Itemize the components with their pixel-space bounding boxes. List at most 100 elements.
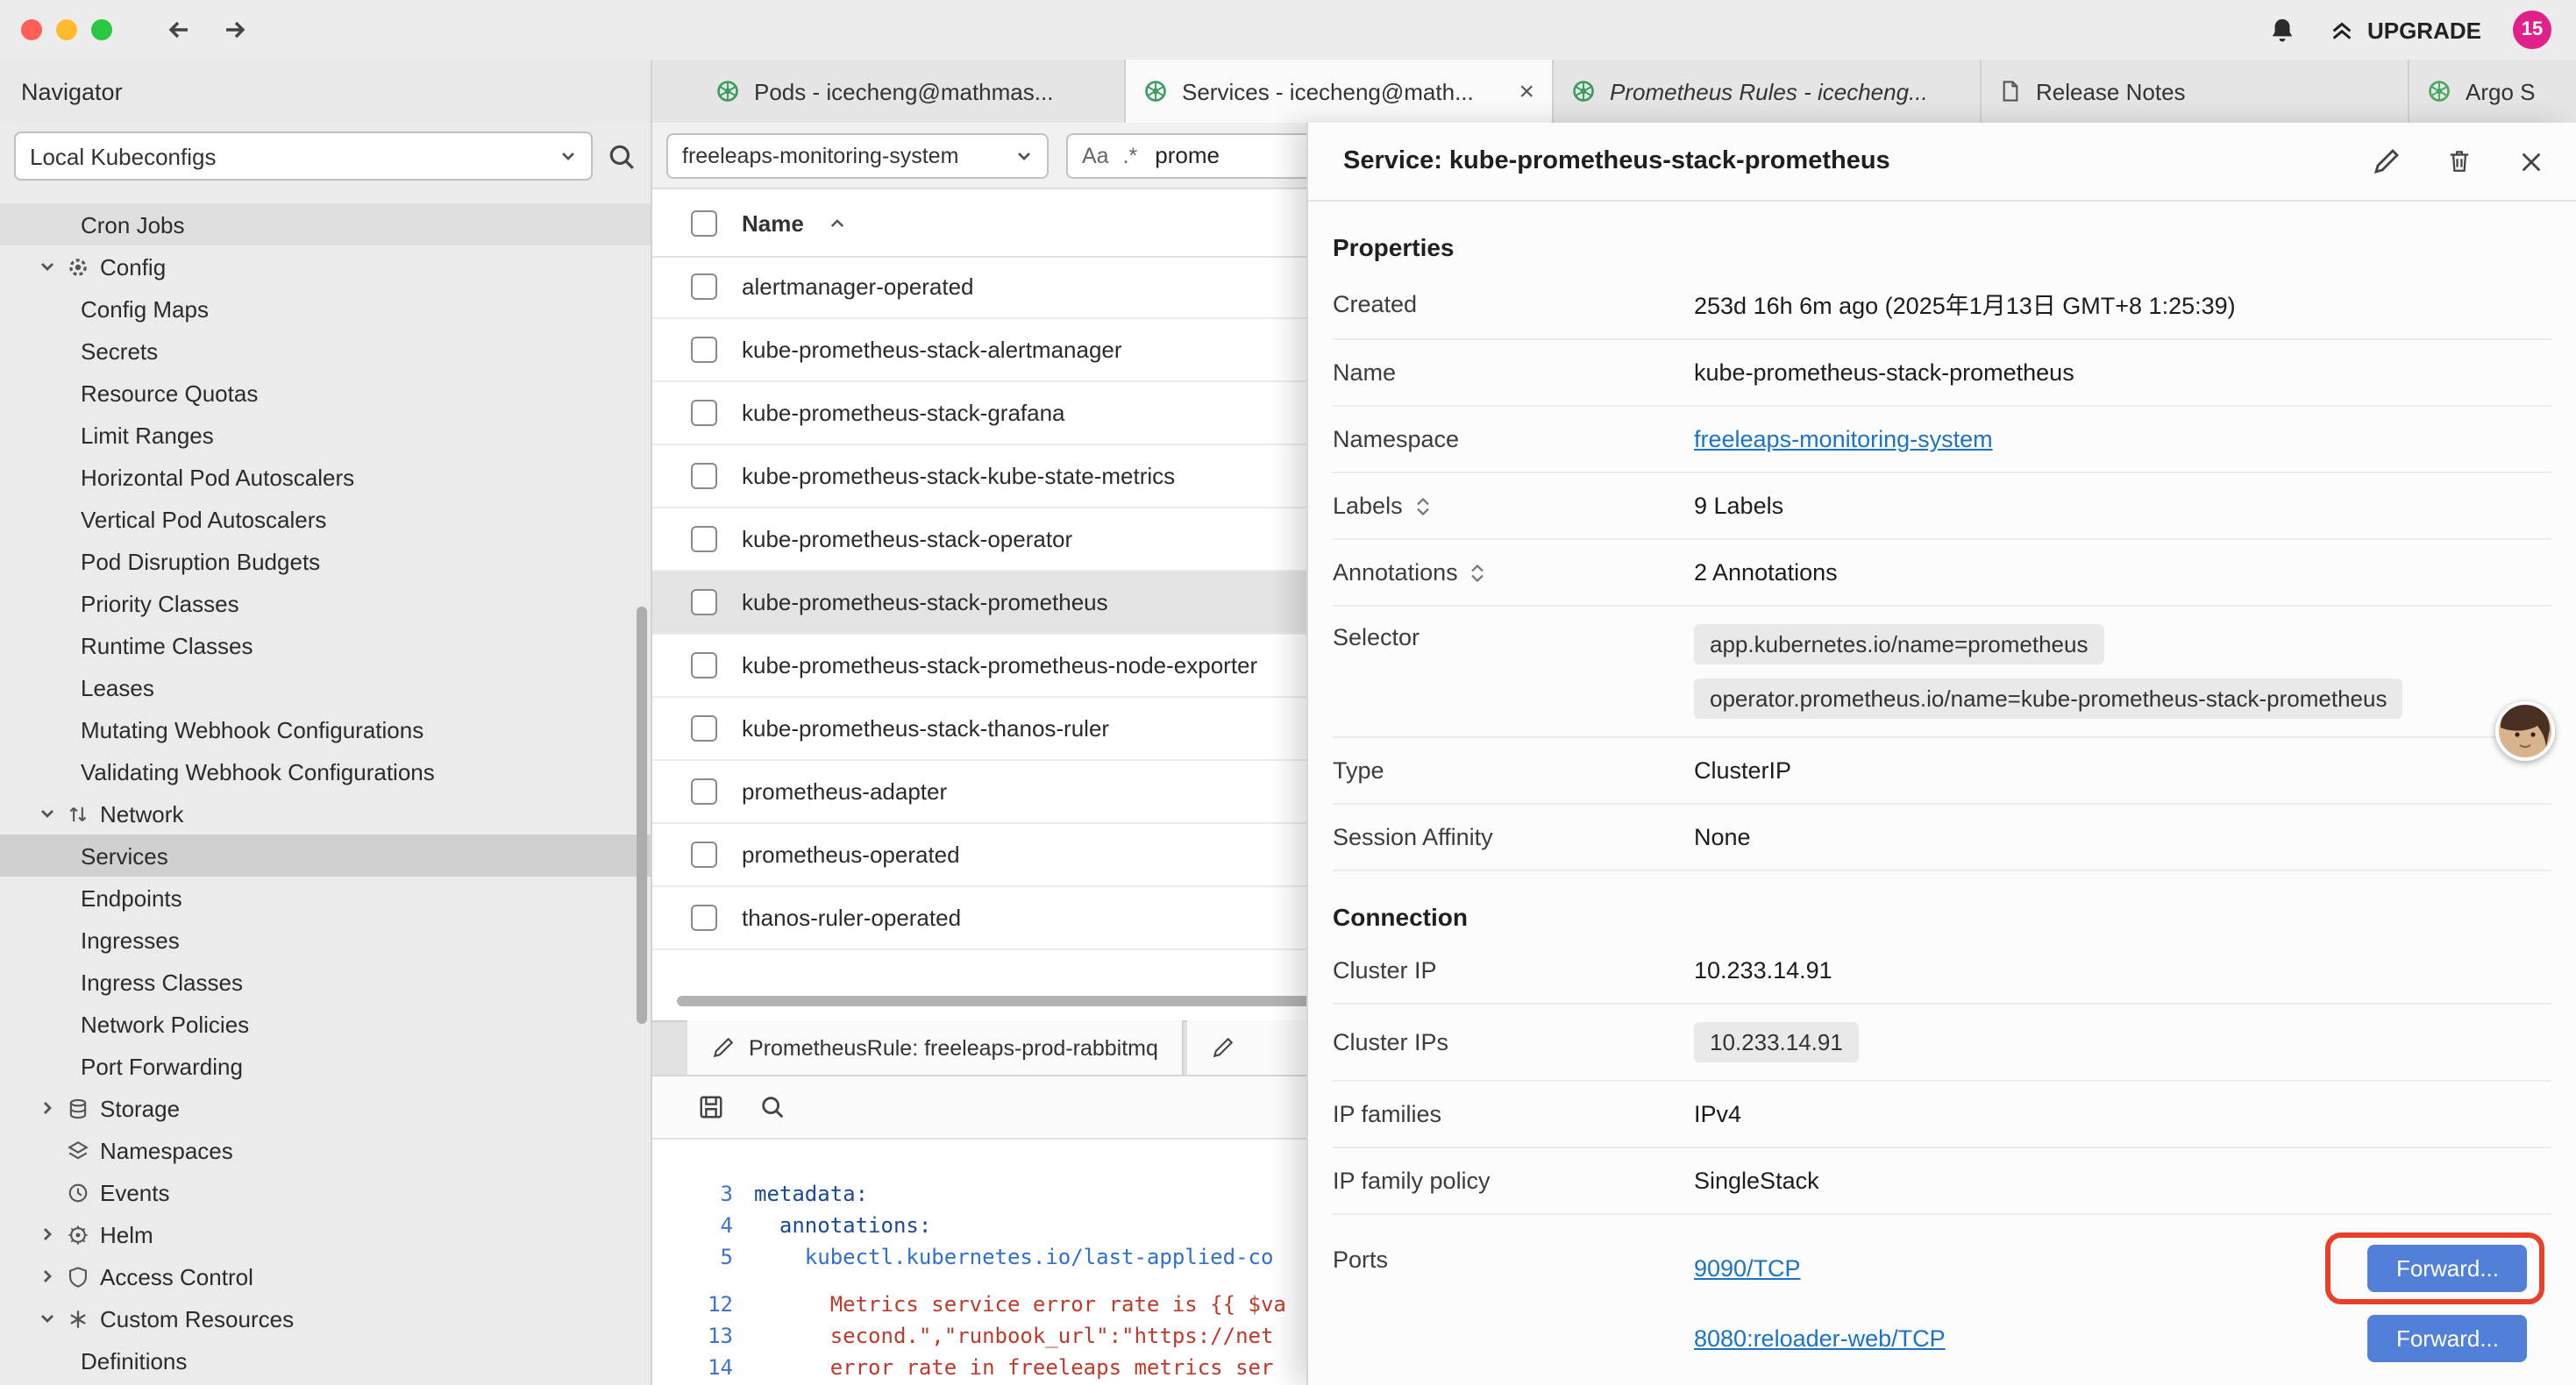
forward-button[interactable]: Forward... <box>2368 1244 2527 1291</box>
sidebar-item-resource-quotas[interactable]: Resource Quotas <box>0 372 651 414</box>
bell-icon[interactable] <box>2267 15 2297 45</box>
row-checkbox[interactable] <box>691 463 717 489</box>
yaml-editor[interactable]: 3metadata: 4 annotations: 5 kubectl.kube… <box>652 1140 1385 1385</box>
name-column-header[interactable]: Name <box>742 210 804 236</box>
maximize-window-button[interactable] <box>91 19 112 40</box>
sidebar-item-priority-classes[interactable]: Priority Classes <box>0 582 651 624</box>
service-details-panel: Service: kube-prometheus-stack-prometheu… <box>1306 123 2576 1385</box>
notification-count-badge[interactable]: 15 <box>2513 11 2551 49</box>
table-row[interactable]: kube-prometheus-stack-thanos-ruler <box>652 698 1385 761</box>
sidebar-scrollbar[interactable] <box>637 607 647 1024</box>
save-icon[interactable] <box>698 1094 724 1120</box>
tab-services[interactable]: Services - icecheng@math... × <box>1126 60 1554 123</box>
sidebar-group-config[interactable]: Config <box>0 245 651 288</box>
upgrade-button[interactable]: UPGRADE <box>2329 17 2481 43</box>
forward-arrow-icon[interactable] <box>221 16 249 44</box>
table-row[interactable]: kube-prometheus-stack-grafana <box>652 382 1385 445</box>
sidebar-item-leases[interactable]: Leases <box>0 666 651 708</box>
sidebar-item-definitions[interactable]: Definitions <box>0 1339 651 1381</box>
expand-updown-icon[interactable] <box>1413 495 1433 516</box>
detail-row-selector: Selector app.kubernetes.io/name=promethe… <box>1333 607 2551 738</box>
row-checkbox[interactable] <box>691 273 717 300</box>
minimize-window-button[interactable] <box>56 19 77 40</box>
sidebar-group-access-control[interactable]: Access Control <box>0 1255 651 1297</box>
services-list-pane: freeleaps-monitoring-system Aa .* Name a… <box>652 123 1385 1385</box>
back-arrow-icon[interactable] <box>165 16 193 44</box>
user-avatar[interactable] <box>2495 701 2555 761</box>
search-icon[interactable] <box>759 1094 786 1120</box>
namespace-select[interactable]: freeleaps-monitoring-system <box>666 132 1049 178</box>
row-checkbox[interactable] <box>691 905 717 931</box>
kubeconfig-select[interactable]: Local Kubeconfigs <box>14 131 593 181</box>
sidebar-item-pod-disruption-budgets[interactable]: Pod Disruption Budgets <box>0 540 651 582</box>
tab-close-icon[interactable]: × <box>1519 76 1534 106</box>
tab-prometheus-rules[interactable]: Prometheus Rules - icecheng... <box>1554 60 1982 123</box>
port-link-9090[interactable]: 9090/TCP <box>1694 1254 1801 1281</box>
sidebar-item-config-maps[interactable]: Config Maps <box>0 288 651 330</box>
row-checkbox[interactable] <box>691 337 717 363</box>
sidebar-group-network[interactable]: Network <box>0 792 651 835</box>
sidebar-item-endpoints[interactable]: Endpoints <box>0 877 651 919</box>
port-link-8080[interactable]: 8080:reloader-web/TCP <box>1694 1325 1946 1351</box>
shield-icon <box>67 1265 89 1288</box>
table-row[interactable]: thanos-ruler-operated <box>652 887 1385 950</box>
forward-button[interactable]: Forward... <box>2368 1314 2527 1361</box>
services-table: alertmanager-operated kube-prometheus-st… <box>652 256 1385 950</box>
table-row[interactable]: kube-prometheus-stack-operator <box>652 508 1385 572</box>
table-row[interactable]: kube-prometheus-stack-prometheus-node-ex… <box>652 635 1385 698</box>
expand-updown-icon[interactable] <box>1469 562 1488 583</box>
regex-toggle[interactable]: .* <box>1123 143 1138 167</box>
row-checkbox[interactable] <box>691 526 717 552</box>
sort-ascending-icon[interactable] <box>829 213 848 232</box>
tab-argo[interactable]: Argo S <box>2409 60 2576 123</box>
sidebar-group-custom-resources[interactable]: Custom Resources <box>0 1297 651 1339</box>
sidebar-item-mutating-webhook-configurations[interactable]: Mutating Webhook Configurations <box>0 708 651 750</box>
list-search-input[interactable] <box>1151 140 1281 170</box>
close-window-button[interactable] <box>21 19 42 40</box>
row-checkbox[interactable] <box>691 778 717 805</box>
row-checkbox[interactable] <box>691 589 717 615</box>
dock-tab-prometheusrule[interactable]: PrometheusRule: freeleaps-prod-rabbitmq <box>687 1020 1185 1075</box>
sidebar-item-horizontal-pod-autoscalers[interactable]: Horizontal Pod Autoscalers <box>0 456 651 498</box>
code-line: second.","runbook_url":"https://net <box>754 1320 1273 1352</box>
delete-trash-icon[interactable] <box>2446 147 2473 175</box>
sidebar-item-runtime-classes[interactable]: Runtime Classes <box>0 624 651 666</box>
close-icon[interactable] <box>2518 148 2544 174</box>
sidebar-item-validating-webhook-configurations[interactable]: Validating Webhook Configurations <box>0 750 651 792</box>
detail-row-ports: Ports 9090/TCP Forward... 8080:reloader-… <box>1333 1215 2551 1385</box>
row-checkbox[interactable] <box>691 652 717 678</box>
sidebar-item-limit-ranges[interactable]: Limit Ranges <box>0 414 651 456</box>
sidebar-item-network-policies[interactable]: Network Policies <box>0 1003 651 1045</box>
table-row[interactable]: kube-prometheus-stack-kube-state-metrics <box>652 445 1385 508</box>
sidebar-item-services[interactable]: Services <box>0 835 651 877</box>
chevron-down-icon <box>559 147 577 165</box>
sidebar-item-ingress-classes[interactable]: Ingress Classes <box>0 961 651 1003</box>
sidebar-item-port-forwarding[interactable]: Port Forwarding <box>0 1045 651 1087</box>
sidebar-item-secrets[interactable]: Secrets <box>0 330 651 372</box>
sidebar-item-namespaces[interactable]: Namespaces <box>0 1129 651 1171</box>
table-row[interactable]: prometheus-adapter <box>652 761 1385 824</box>
sidebar-item-cron-jobs[interactable]: Cron Jobs <box>0 203 651 245</box>
namespace-link[interactable]: freeleaps-monitoring-system <box>1694 426 1993 452</box>
table-row[interactable]: prometheus-operated <box>652 824 1385 887</box>
row-checkbox[interactable] <box>691 842 717 868</box>
edit-pencil-icon[interactable] <box>2373 147 2401 175</box>
table-row[interactable]: kube-prometheus-stack-alertmanager <box>652 319 1385 382</box>
horizontal-scrollbar[interactable] <box>677 996 1336 1006</box>
tab-pods[interactable]: Pods - icecheng@mathmas... <box>698 60 1126 123</box>
sidebar-item-events[interactable]: Events <box>0 1171 651 1213</box>
search-icon[interactable] <box>607 141 637 171</box>
row-checkbox[interactable] <box>691 400 717 426</box>
row-checkbox[interactable] <box>691 715 717 742</box>
sidebar-group-helm[interactable]: Helm <box>0 1213 651 1255</box>
match-case-toggle[interactable]: Aa <box>1082 143 1109 167</box>
sidebar-group-storage[interactable]: Storage <box>0 1087 651 1129</box>
code-line: kubectl.kubernetes.io/last-applied-co <box>754 1241 1273 1273</box>
select-all-checkbox[interactable] <box>691 210 717 236</box>
tab-release-notes[interactable]: Release Notes <box>1982 60 2409 123</box>
sidebar-item-vertical-pod-autoscalers[interactable]: Vertical Pod Autoscalers <box>0 498 651 540</box>
code-line: annotations: <box>754 1210 931 1241</box>
table-row[interactable]: alertmanager-operated <box>652 256 1385 319</box>
table-row-selected[interactable]: kube-prometheus-stack-prometheus <box>652 572 1385 635</box>
sidebar-item-ingresses[interactable]: Ingresses <box>0 919 651 961</box>
